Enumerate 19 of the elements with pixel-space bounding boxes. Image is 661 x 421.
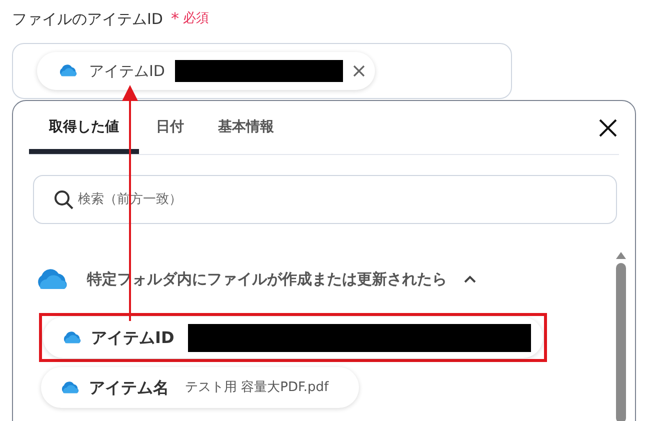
scrollbar-thumb[interactable]	[616, 263, 626, 421]
search-input[interactable]: 検索（前方一致）	[78, 190, 478, 210]
search-field[interactable]: 検索（前方一致）	[33, 175, 617, 224]
cloud-icon	[57, 64, 79, 78]
value-item[interactable]: アイテム名 テスト用 容量大PDF.pdf	[41, 367, 359, 408]
scroll-up-icon[interactable]	[616, 252, 626, 259]
tab[interactable]: 基本情報	[201, 101, 291, 154]
value-item[interactable]: アイテムID	[43, 317, 543, 358]
item-id-field[interactable]: アイテムID	[12, 43, 512, 99]
search-icon	[54, 190, 74, 210]
required-tag: 必須	[182, 9, 209, 29]
close-icon[interactable]	[599, 118, 617, 136]
cloud-icon	[61, 330, 83, 344]
chevron-up-icon[interactable]	[463, 274, 477, 284]
cloud-icon	[59, 380, 81, 394]
tab[interactable]: 日付	[139, 101, 201, 154]
field-label: ファイルのアイテムID	[12, 8, 163, 30]
required-asterisk: *	[170, 8, 179, 30]
item-id-chip[interactable]: アイテムID	[37, 52, 375, 90]
